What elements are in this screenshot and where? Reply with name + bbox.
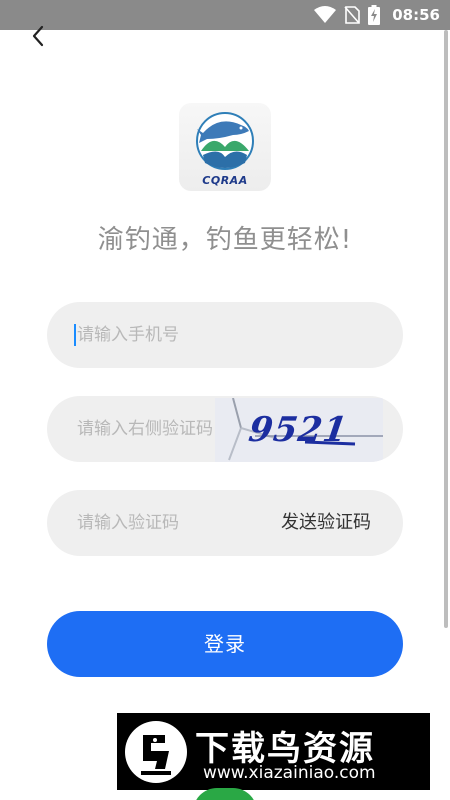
slogan-text: 渝钓通，钓鱼更轻松! [97, 225, 353, 255]
phone-input[interactable] [77, 302, 277, 368]
back-button[interactable] [26, 25, 50, 51]
captcha-field[interactable]: 9521 [47, 396, 403, 462]
battery-charging-icon [368, 5, 381, 25]
bird-logo-icon [125, 721, 187, 783]
captcha-code: 9521 [246, 410, 351, 450]
chevron-left-icon [31, 25, 45, 51]
text-caret [74, 324, 76, 346]
sms-code-field[interactable]: 发送验证码 [47, 490, 403, 556]
captcha-image[interactable]: 9521 [215, 398, 383, 462]
scrollbar[interactable] [444, 30, 448, 628]
watermark-url: www.xiazainiao.com [203, 763, 376, 783]
app-logo: CQRAA [179, 103, 271, 191]
status-bar: 08:56 [0, 0, 450, 30]
phone-field[interactable] [47, 302, 403, 368]
logo-text: CQRAA [202, 174, 248, 187]
status-time: 08:56 [392, 6, 440, 24]
wifi-icon [314, 6, 337, 24]
watermark-banner: 下载鸟资源 www.xiazainiao.com [117, 713, 430, 790]
send-code-button[interactable]: 发送验证码 [281, 490, 371, 556]
login-screen: 08:56 CQRAA 渝钓通，钓鱼更轻松! 请输入手机号 请输入右侧验证码 9… [0, 0, 450, 800]
no-sim-icon [344, 6, 361, 24]
captcha-input[interactable] [77, 396, 227, 462]
sms-code-input[interactable] [77, 490, 247, 556]
fish-emblem-icon [196, 112, 254, 170]
login-button[interactable]: 登录 [47, 611, 403, 677]
